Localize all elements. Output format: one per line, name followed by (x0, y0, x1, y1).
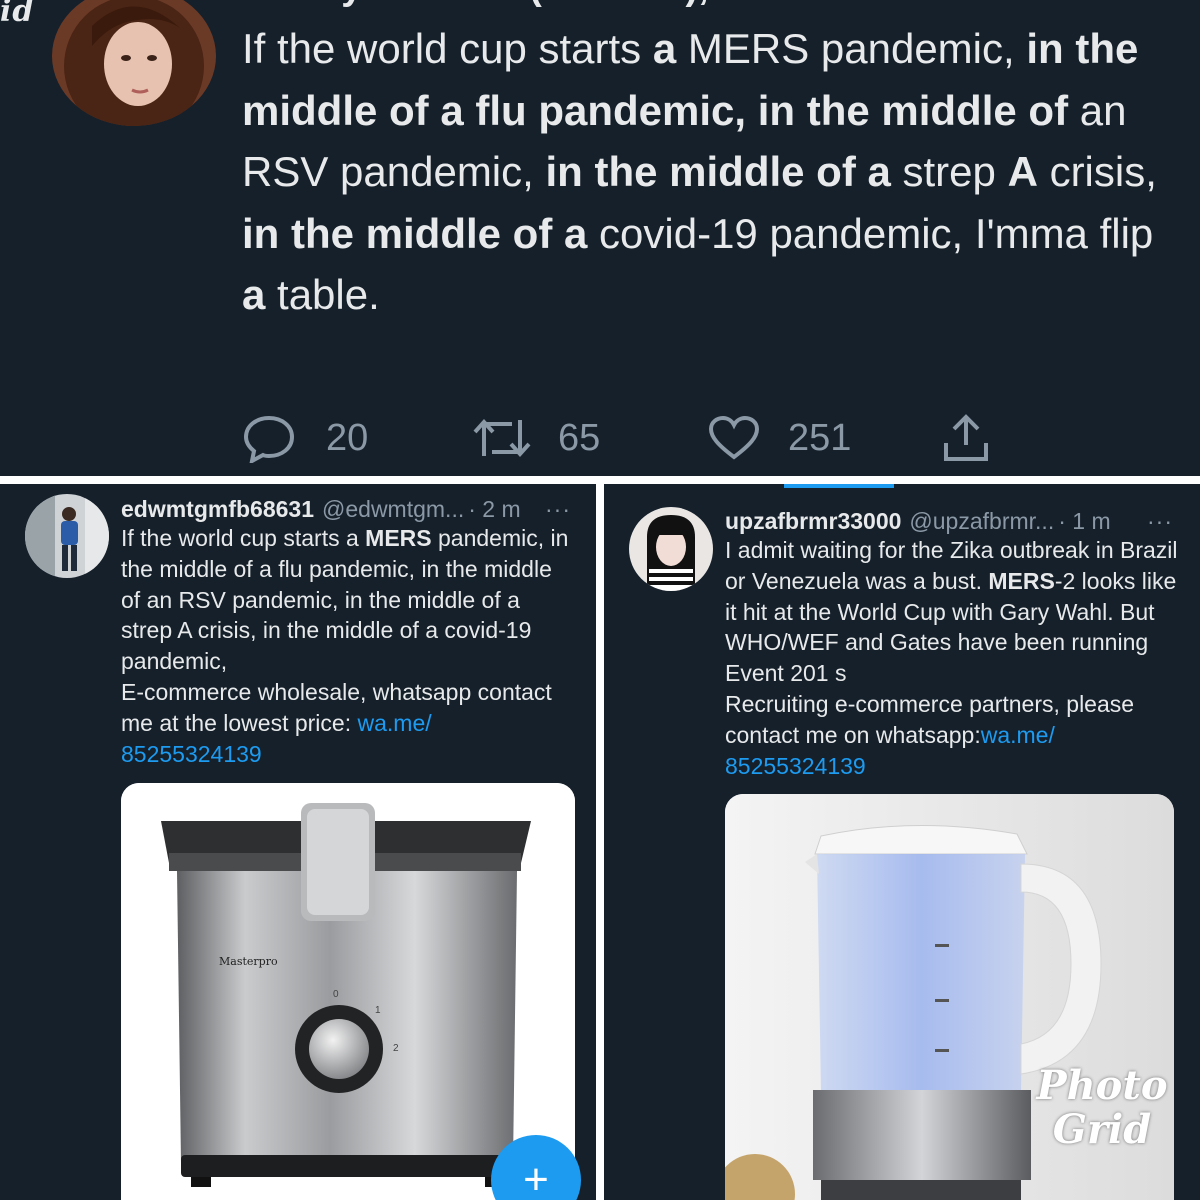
right-tweet-panel: upzafbrmr33000 @upzafbrmr... · 1 m ··· I… (604, 484, 1200, 1200)
photogrid-watermark: Photo Grid (1036, 1062, 1168, 1153)
author-name[interactable]: upzafbrmr33000 (725, 508, 901, 535)
left_tweet-segment: If the world cup starts a (121, 525, 366, 551)
top_tweet-segment: a (242, 271, 266, 318)
tweet-time[interactable]: · 1 m (1058, 508, 1110, 535)
share-button[interactable] (942, 408, 990, 468)
like-count: 251 (788, 416, 852, 459)
more-options-icon[interactable]: ··· (545, 496, 571, 523)
share-icon (944, 414, 988, 461)
tweet-text: If the world cup starts a MERS pandemic,… (242, 18, 1162, 326)
retweet-icon (473, 419, 531, 457)
like-icon (708, 415, 760, 460)
top_tweet-segment: in the middle of a (242, 209, 588, 257)
tweet-header: upzafbrmr33000 @upzafbrmr... · 1 m ··· (725, 506, 1185, 536)
top_tweet-segment: in the middle of a (545, 148, 891, 195)
svg-text:0: 0 (333, 989, 339, 1000)
tweet-text: I admit waiting for the Zika outbreak in… (725, 535, 1180, 781)
top_tweet-segment: MERS pandemic, (676, 25, 1027, 72)
right_tweet-segment: MERS (988, 567, 1055, 594)
avatar-photo (52, 0, 216, 126)
top_tweet-segment: A (1007, 148, 1038, 195)
action-bar: 20 65 251 (242, 408, 1002, 468)
top_tweet-segment: table. (265, 271, 380, 318)
author-handle[interactable]: @edwmtgm... (322, 496, 464, 523)
author-name[interactable]: edwmtgmfb68631 (121, 496, 314, 523)
corner-mark: id (0, 0, 35, 29)
tweet-text: If the world cup starts a MERS pandemic,… (121, 523, 576, 769)
juicer-brand: Masterpro (219, 955, 278, 968)
retweet-count: 65 (558, 416, 601, 459)
tab-indicator (784, 484, 894, 488)
tweet-text-part2: Recruiting e-commerce partners, please c… (725, 690, 1135, 748)
tweet-time[interactable]: · 2 m (468, 496, 520, 523)
juicer-image: Masterpro 0 1 2 (121, 783, 575, 1200)
author-name[interactable]: Kathryn Henzie (She/Her), Realit (242, 0, 823, 9)
top_tweet-segment: a (652, 25, 677, 72)
tweet-text-part1: If the world cup starts a MERS pandemic,… (121, 525, 568, 674)
author-handle[interactable]: @upzafbrmr... (909, 508, 1054, 535)
top_tweet-segment: covid-19 pandemic, I'mma flip (587, 209, 1154, 257)
avatar[interactable] (52, 0, 216, 126)
reply-icon (243, 415, 295, 463)
tweet-header: edwmtgmfb68631 @edwmtgm... · 2 m ··· (121, 494, 581, 524)
top_tweet-segment: If the world cup starts (242, 25, 653, 72)
avatar[interactable] (25, 494, 109, 578)
tweet-media-juicer[interactable]: Masterpro 0 1 2 (121, 783, 575, 1200)
svg-text:1: 1 (375, 1005, 381, 1016)
retweet-button[interactable]: 65 (472, 408, 600, 468)
reply-button[interactable]: 20 (242, 408, 368, 468)
left-tweet-panel: edwmtgmfb68631 @edwmtgm... · 2 m ··· If … (0, 484, 596, 1200)
top_tweet-segment: strep (890, 148, 1008, 195)
reply-count: 20 (326, 416, 369, 459)
avatar-photo (629, 507, 713, 591)
avatar-photo (25, 494, 109, 578)
avatar[interactable] (629, 507, 713, 591)
like-button[interactable]: 251 (708, 408, 851, 468)
more-options-icon[interactable]: ··· (1147, 508, 1173, 535)
top_tweet-segment: crisis, (1037, 148, 1157, 195)
tweet-text-part2: E-commerce wholesale, whatsapp contact m… (121, 678, 552, 736)
left_tweet-segment: MERS (365, 525, 432, 551)
tweet-text-part1: I admit waiting for the Zika outbreak in… (725, 537, 1178, 686)
top-tweet-panel: id Kathryn Henzie (She/Her), Realit If t… (0, 0, 1200, 476)
svg-text:2: 2 (393, 1043, 399, 1054)
